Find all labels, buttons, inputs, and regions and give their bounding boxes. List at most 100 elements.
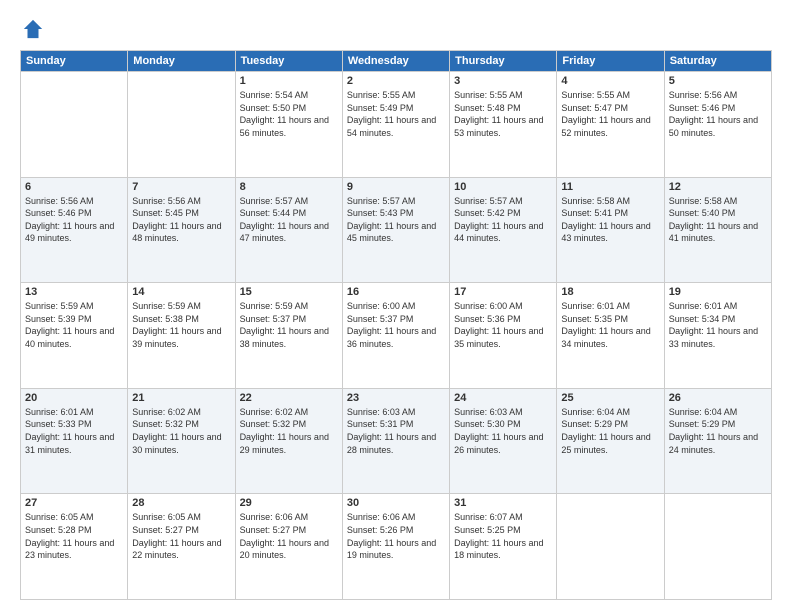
calendar-cell: 31Sunrise: 6:07 AM Sunset: 5:25 PM Dayli…	[450, 494, 557, 600]
logo	[20, 18, 44, 40]
calendar-cell: 14 Sunrise: 5:59 AM Sunset: 5:38 PM Dayli…	[128, 283, 235, 389]
calendar-cell: 24 Sunrise: 6:03 AM Sunset: 5:30 PM Dayli…	[450, 388, 557, 494]
calendar-cell: 12 Sunrise: 5:58 AM Sunset: 5:40 PM Dayli…	[664, 177, 771, 283]
day-info: Sunrise: 5:56 AM Sunset: 5:46 PM Dayligh…	[25, 195, 123, 245]
day-number: 15	[240, 286, 338, 298]
weekday-sunday: Sunday	[21, 51, 128, 72]
day-info: Sunrise: 6:05 AM Sunset: 5:27 PM Dayligh…	[132, 511, 230, 561]
day-number: 12	[669, 181, 767, 193]
calendar-cell: 21 Sunrise: 6:02 AM Sunset: 5:32 PM Dayli…	[128, 388, 235, 494]
calendar-cell	[21, 72, 128, 178]
day-number: 31	[454, 497, 552, 509]
day-number: 30	[347, 497, 445, 509]
day-info: Sunrise: 6:04 AM Sunset: 5:29 PM Dayligh…	[561, 406, 659, 456]
day-info: Sunrise: 6:00 AM Sunset: 5:36 PM Dayligh…	[454, 300, 552, 350]
calendar-cell: 9 Sunrise: 5:57 AM Sunset: 5:43 PM Daylig…	[342, 177, 449, 283]
day-info: Sunrise: 6:03 AM Sunset: 5:31 PM Dayligh…	[347, 406, 445, 456]
day-number: 19	[669, 286, 767, 298]
weekday-thursday: Thursday	[450, 51, 557, 72]
day-info: Sunrise: 5:58 AM Sunset: 5:40 PM Dayligh…	[669, 195, 767, 245]
day-number: 14	[132, 286, 230, 298]
day-number: 23	[347, 392, 445, 404]
day-info: Sunrise: 6:01 AM Sunset: 5:33 PM Dayligh…	[25, 406, 123, 456]
day-number: 13	[25, 286, 123, 298]
calendar-cell	[557, 494, 664, 600]
day-info: Sunrise: 5:59 AM Sunset: 5:38 PM Dayligh…	[132, 300, 230, 350]
day-number: 3	[454, 75, 552, 87]
day-number: 25	[561, 392, 659, 404]
calendar-cell: 10 Sunrise: 5:57 AM Sunset: 5:42 PM Dayli…	[450, 177, 557, 283]
day-info: Sunrise: 6:06 AM Sunset: 5:26 PM Dayligh…	[347, 511, 445, 561]
calendar-cell: 17 Sunrise: 6:00 AM Sunset: 5:36 PM Dayli…	[450, 283, 557, 389]
day-number: 28	[132, 497, 230, 509]
weekday-header-row: SundayMondayTuesdayWednesdayThursdayFrid…	[21, 51, 772, 72]
week-row-1: 1Sunrise: 5:54 AM Sunset: 5:50 PM Daylig…	[21, 72, 772, 178]
day-info: Sunrise: 6:04 AM Sunset: 5:29 PM Dayligh…	[669, 406, 767, 456]
day-number: 16	[347, 286, 445, 298]
day-number: 27	[25, 497, 123, 509]
week-row-2: 6Sunrise: 5:56 AM Sunset: 5:46 PM Daylig…	[21, 177, 772, 283]
day-number: 29	[240, 497, 338, 509]
day-info: Sunrise: 5:54 AM Sunset: 5:50 PM Dayligh…	[240, 89, 338, 139]
calendar-cell: 16 Sunrise: 6:00 AM Sunset: 5:37 PM Dayli…	[342, 283, 449, 389]
day-number: 21	[132, 392, 230, 404]
calendar-cell	[128, 72, 235, 178]
day-number: 17	[454, 286, 552, 298]
calendar-cell: 28 Sunrise: 6:05 AM Sunset: 5:27 PM Dayli…	[128, 494, 235, 600]
weekday-wednesday: Wednesday	[342, 51, 449, 72]
day-info: Sunrise: 6:01 AM Sunset: 5:34 PM Dayligh…	[669, 300, 767, 350]
day-info: Sunrise: 6:02 AM Sunset: 5:32 PM Dayligh…	[240, 406, 338, 456]
day-info: Sunrise: 6:06 AM Sunset: 5:27 PM Dayligh…	[240, 511, 338, 561]
week-row-3: 13 Sunrise: 5:59 AM Sunset: 5:39 PM Dayli…	[21, 283, 772, 389]
calendar-cell: 18Sunrise: 6:01 AM Sunset: 5:35 PM Dayli…	[557, 283, 664, 389]
calendar-cell: 8 Sunrise: 5:57 AM Sunset: 5:44 PM Daylig…	[235, 177, 342, 283]
day-number: 7	[132, 181, 230, 193]
weekday-tuesday: Tuesday	[235, 51, 342, 72]
calendar-cell: 2 Sunrise: 5:55 AM Sunset: 5:49 PM Daylig…	[342, 72, 449, 178]
calendar-cell: 29 Sunrise: 6:06 AM Sunset: 5:27 PM Dayli…	[235, 494, 342, 600]
day-info: Sunrise: 6:02 AM Sunset: 5:32 PM Dayligh…	[132, 406, 230, 456]
day-info: Sunrise: 5:57 AM Sunset: 5:44 PM Dayligh…	[240, 195, 338, 245]
day-number: 8	[240, 181, 338, 193]
day-number: 5	[669, 75, 767, 87]
calendar-cell: 1Sunrise: 5:54 AM Sunset: 5:50 PM Daylig…	[235, 72, 342, 178]
day-info: Sunrise: 6:00 AM Sunset: 5:37 PM Dayligh…	[347, 300, 445, 350]
weekday-friday: Friday	[557, 51, 664, 72]
header	[20, 18, 772, 40]
calendar-cell: 27 Sunrise: 6:05 AM Sunset: 5:28 PM Dayli…	[21, 494, 128, 600]
day-number: 11	[561, 181, 659, 193]
day-info: Sunrise: 6:03 AM Sunset: 5:30 PM Dayligh…	[454, 406, 552, 456]
day-info: Sunrise: 5:57 AM Sunset: 5:42 PM Dayligh…	[454, 195, 552, 245]
day-info: Sunrise: 5:55 AM Sunset: 5:49 PM Dayligh…	[347, 89, 445, 139]
day-number: 10	[454, 181, 552, 193]
day-number: 4	[561, 75, 659, 87]
calendar-cell: 7 Sunrise: 5:56 AM Sunset: 5:45 PM Daylig…	[128, 177, 235, 283]
calendar-cell: 23 Sunrise: 6:03 AM Sunset: 5:31 PM Dayli…	[342, 388, 449, 494]
calendar-cell: 11 Sunrise: 5:58 AM Sunset: 5:41 PM Dayli…	[557, 177, 664, 283]
calendar-cell: 15Sunrise: 5:59 AM Sunset: 5:37 PM Dayli…	[235, 283, 342, 389]
day-info: Sunrise: 6:01 AM Sunset: 5:35 PM Dayligh…	[561, 300, 659, 350]
day-number: 9	[347, 181, 445, 193]
day-info: Sunrise: 6:05 AM Sunset: 5:28 PM Dayligh…	[25, 511, 123, 561]
calendar-cell: 4Sunrise: 5:55 AM Sunset: 5:47 PM Daylig…	[557, 72, 664, 178]
week-row-5: 27 Sunrise: 6:05 AM Sunset: 5:28 PM Dayli…	[21, 494, 772, 600]
day-info: Sunrise: 5:56 AM Sunset: 5:45 PM Dayligh…	[132, 195, 230, 245]
calendar-cell: 19 Sunrise: 6:01 AM Sunset: 5:34 PM Dayli…	[664, 283, 771, 389]
calendar-cell	[664, 494, 771, 600]
calendar-cell: 22 Sunrise: 6:02 AM Sunset: 5:32 PM Dayli…	[235, 388, 342, 494]
day-number: 22	[240, 392, 338, 404]
calendar-cell: 6Sunrise: 5:56 AM Sunset: 5:46 PM Daylig…	[21, 177, 128, 283]
day-number: 2	[347, 75, 445, 87]
calendar-cell: 5Sunrise: 5:56 AM Sunset: 5:46 PM Daylig…	[664, 72, 771, 178]
day-info: Sunrise: 5:58 AM Sunset: 5:41 PM Dayligh…	[561, 195, 659, 245]
day-number: 24	[454, 392, 552, 404]
calendar-cell: 13 Sunrise: 5:59 AM Sunset: 5:39 PM Dayli…	[21, 283, 128, 389]
calendar-cell: 26Sunrise: 6:04 AM Sunset: 5:29 PM Dayli…	[664, 388, 771, 494]
day-number: 20	[25, 392, 123, 404]
day-info: Sunrise: 5:55 AM Sunset: 5:48 PM Dayligh…	[454, 89, 552, 139]
calendar-page: SundayMondayTuesdayWednesdayThursdayFrid…	[0, 0, 792, 612]
week-row-4: 20 Sunrise: 6:01 AM Sunset: 5:33 PM Dayli…	[21, 388, 772, 494]
day-info: Sunrise: 5:57 AM Sunset: 5:43 PM Dayligh…	[347, 195, 445, 245]
logo-icon	[22, 18, 44, 40]
day-info: Sunrise: 5:59 AM Sunset: 5:39 PM Dayligh…	[25, 300, 123, 350]
